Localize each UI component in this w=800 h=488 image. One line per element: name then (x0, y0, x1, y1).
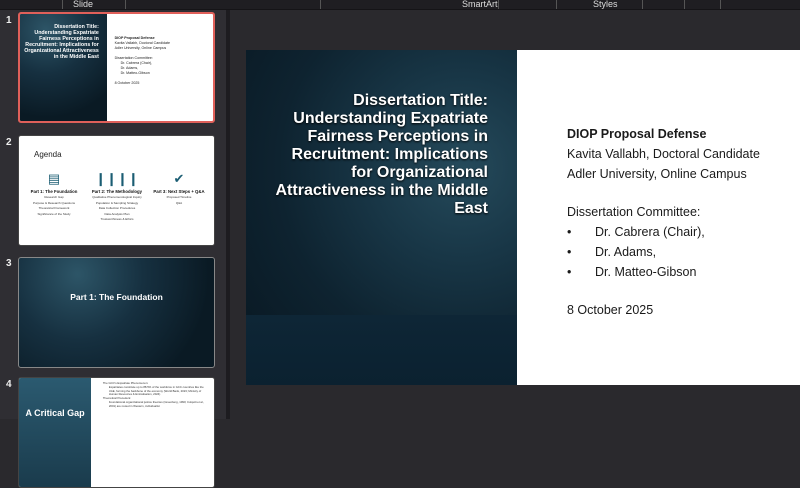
committee-member: Dr. Matteo-Gibson (567, 262, 760, 282)
thumb-line: Adler University, Online Campus (114, 46, 167, 50)
ribbon-divider (642, 0, 643, 9)
smartart-button[interactable]: SmartArt (462, 0, 498, 9)
slide-title[interactable]: Dissertation Title: Understanding Expatr… (268, 92, 489, 218)
slide-thumbnail-4[interactable]: A Critical Gap The GCC's Expatriate Phen… (18, 377, 215, 488)
thumb-bullets: The GCC's Expatriate Phenomenon: Expatri… (103, 381, 208, 409)
column-heading: Part 3: Next Steps + Q&A (153, 189, 205, 194)
ribbon-divider (498, 0, 499, 9)
thumb-title-panel: Dissertation Title: Understanding Expatr… (20, 14, 107, 121)
slide-number: 2 (6, 137, 12, 148)
slide-number: 4 (6, 379, 12, 390)
slide-thumbnail-1[interactable]: Dissertation Title: Understanding Expatr… (18, 12, 215, 123)
thumb-title-panel: A Critical Gap (19, 378, 92, 487)
slide-canvas[interactable]: Dissertation Title: Understanding Expatr… (246, 50, 800, 385)
slide-thumbnail-3[interactable]: Part 1: The Foundation (18, 257, 215, 368)
committee-label: Dissertation Committee: (567, 205, 701, 219)
slide-number: 1 (6, 15, 12, 26)
thumb-title: Agenda (34, 150, 62, 159)
details-textbox[interactable]: DIOP Proposal Defense Kavita Vallabh, Do… (567, 124, 760, 320)
agenda-column: ❙❙❙❙ Part 2: The Methodology Qualitative… (87, 172, 147, 223)
slide-number: 3 (6, 258, 12, 269)
column-heading: Part 2: The Methodology (91, 189, 143, 194)
thumb-line: Dr. Matteo-Gibson (120, 71, 150, 75)
institution: Adler University, Online Campus (567, 167, 747, 181)
agenda-column: ▤ Part 1: The Foundation Research Gap Pu… (24, 172, 84, 217)
panel-splitter[interactable] (226, 10, 230, 419)
ribbon-divider (320, 0, 321, 9)
books-icon: ▤ (47, 171, 61, 186)
slide-button[interactable]: Slide (73, 0, 93, 9)
presenter: Kavita Vallabh, Doctoral Candidate (567, 147, 760, 161)
title-panel: Dissertation Title: Understanding Expatr… (246, 50, 517, 385)
styles-button[interactable]: Styles (593, 0, 618, 9)
slide-thumbnail-panel[interactable]: 1 Dissertation Title: Understanding Expa… (0, 10, 226, 488)
ribbon-divider (720, 0, 721, 9)
thumb-line: 8 October 2025 (114, 81, 140, 85)
thumb-bullet: Foundational organizational justice theo… (108, 399, 205, 408)
thumb-title: A Critical Gap (25, 408, 85, 418)
agenda-column: ✔ Part 3: Next Steps + Q&A Proposed Time… (149, 172, 209, 206)
ribbon: Slide SmartArt Styles (0, 0, 800, 10)
date: 8 October 2025 (567, 303, 654, 317)
checkmark-icon: ✔ (173, 171, 185, 186)
column-item: Q&A (175, 200, 183, 205)
people-icon: ❙❙❙❙ (95, 171, 139, 186)
thumb-details: DIOP Proposal Defense Kavita Vallabh, Do… (115, 36, 170, 86)
committee-member: Dr. Cabrera (Chair), (567, 222, 760, 242)
ribbon-divider (62, 0, 63, 9)
thumb-title: Dissertation Title: Understanding Expatr… (24, 24, 99, 60)
column-item: Trustworthiness & Ethics (100, 217, 134, 221)
ribbon-divider (556, 0, 557, 9)
column-item: Significance of the Study (37, 211, 71, 216)
ribbon-divider (125, 0, 126, 9)
thumb-title: Part 1: The Foundation (70, 292, 163, 302)
heading: DIOP Proposal Defense (567, 127, 707, 141)
slide-thumbnail-2[interactable]: Agenda ▤ Part 1: The Foundation Research… (18, 135, 215, 246)
committee-member: Dr. Adams, (567, 242, 760, 262)
ribbon-divider (684, 0, 685, 9)
decorative-band (246, 315, 517, 385)
column-heading: Part 1: The Foundation (30, 189, 78, 194)
committee-list: Dr. Cabrera (Chair), Dr. Adams, Dr. Matt… (567, 222, 760, 282)
column-item: Qualitative Phenomenological Inquiry (92, 195, 142, 199)
